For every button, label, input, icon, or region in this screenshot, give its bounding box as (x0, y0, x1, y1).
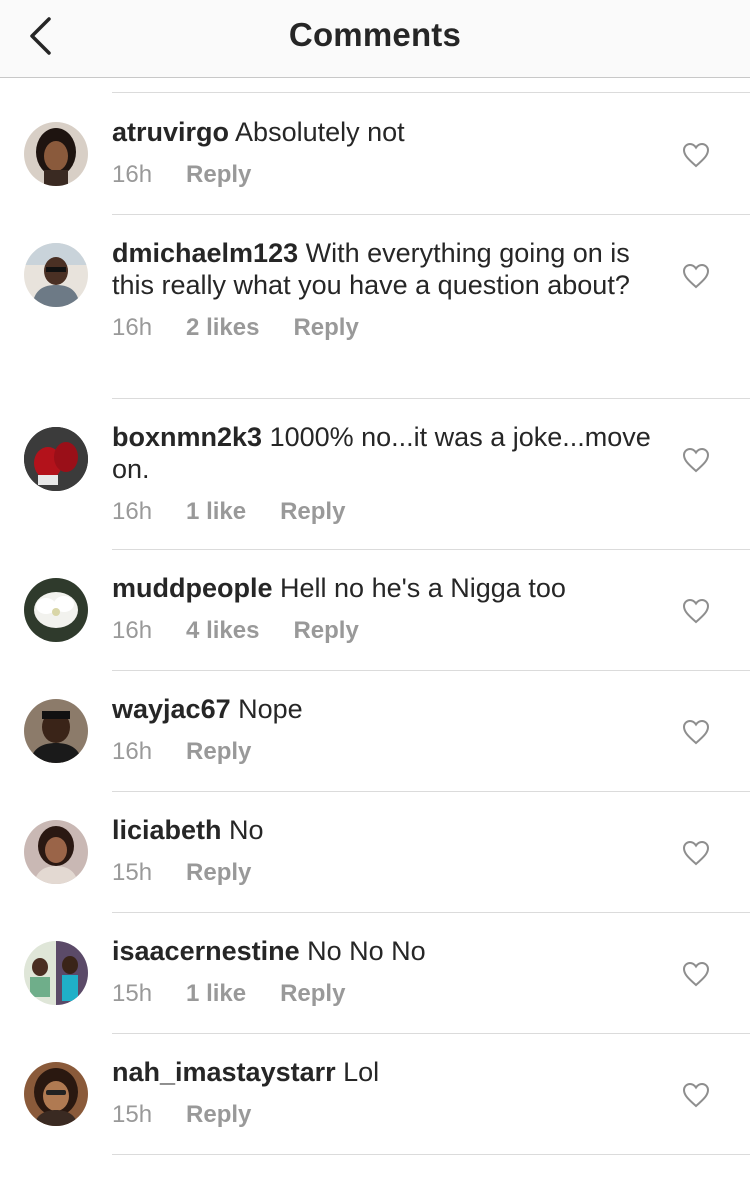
comment-username[interactable]: atruvirgo (112, 117, 229, 147)
comment-item: boxnmn2k3 1000% no...it was a joke...mov… (0, 399, 750, 550)
comment-username[interactable]: isaacernestine (112, 936, 300, 966)
reply-button[interactable]: Reply (186, 160, 251, 190)
likes-count[interactable]: 4 likes (186, 616, 259, 646)
comment-item: liciabeth No 15h Reply (0, 792, 750, 913)
comment-time: 16h (112, 738, 153, 765)
header-bar: Comments (0, 0, 750, 78)
comment-body: Lol (343, 1057, 380, 1087)
comment-body: Nope (238, 694, 303, 724)
heart-icon[interactable] (682, 142, 710, 168)
heart-icon[interactable] (682, 1082, 710, 1108)
heart-icon[interactable] (682, 447, 710, 473)
divider (112, 92, 750, 93)
comment-time: 16h (112, 314, 153, 341)
comment-body: No (229, 815, 264, 845)
comment-time: 16h (112, 498, 153, 525)
comment-meta: 16h 1 like Reply (112, 497, 652, 527)
comment-time: 16h (112, 617, 153, 644)
comment-text: nah_imastaystarr Lol (112, 1056, 652, 1088)
comment-username[interactable]: dmichaelm123 (112, 238, 298, 268)
comment-body: Absolutely not (235, 117, 405, 147)
comment-time: 15h (112, 980, 153, 1007)
avatar[interactable] (24, 122, 88, 186)
avatar[interactable] (24, 820, 88, 884)
comment-text: dmichaelm123 With everything going on is… (112, 237, 652, 301)
avatar[interactable] (24, 243, 88, 307)
comment-username[interactable]: wayjac67 (112, 694, 231, 724)
comment-time: 15h (112, 859, 153, 886)
comment-text: wayjac67 Nope (112, 693, 652, 725)
comment-meta: 16h Reply (112, 160, 652, 190)
avatar[interactable] (24, 941, 88, 1005)
avatar[interactable] (24, 578, 88, 642)
comment-meta: 16h Reply (112, 737, 652, 767)
likes-count[interactable]: 1 like (186, 979, 246, 1009)
page-title: Comments (288, 16, 462, 53)
likes-count[interactable]: 2 likes (186, 313, 259, 343)
comment-text: atruvirgo Absolutely not (112, 116, 652, 148)
comment-item: nah_imastaystarr Lol 15h Reply (0, 1034, 750, 1155)
likes-count[interactable]: 1 like (186, 497, 246, 527)
comment-item: wayjac67 Nope 16h Reply (0, 671, 750, 792)
divider (112, 1154, 750, 1155)
comment-time: 15h (112, 1101, 153, 1128)
comment-item: dmichaelm123 With everything going on is… (0, 215, 750, 399)
comment-meta: 15h Reply (112, 1100, 652, 1130)
heart-icon[interactable] (682, 961, 710, 987)
avatar[interactable] (24, 427, 88, 491)
comment-username[interactable]: boxnmn2k3 (112, 422, 262, 452)
heart-icon[interactable] (682, 840, 710, 866)
reply-button[interactable]: Reply (280, 497, 345, 527)
comment-time: 16h (112, 161, 153, 188)
reply-button[interactable]: Reply (186, 1100, 251, 1130)
reply-button[interactable]: Reply (280, 979, 345, 1009)
reply-button[interactable]: Reply (293, 616, 358, 646)
comment-text: isaacernestine No No No (112, 935, 652, 967)
heart-icon[interactable] (682, 719, 710, 745)
comment-item: muddpeople Hell no he's a Nigga too 16h … (0, 550, 750, 671)
comment-meta: 16h 4 likes Reply (112, 616, 652, 646)
avatar[interactable] (24, 699, 88, 763)
avatar[interactable] (24, 1062, 88, 1126)
comment-body: Hell no he's a Nigga too (280, 573, 566, 603)
comment-username[interactable]: nah_imastaystarr (112, 1057, 336, 1087)
comment-meta: 15h Reply (112, 858, 652, 888)
comment-text: liciabeth No (112, 814, 652, 846)
reply-button[interactable]: Reply (293, 313, 358, 343)
reply-button[interactable]: Reply (186, 858, 251, 888)
heart-icon[interactable] (682, 263, 710, 289)
comment-item: atruvirgo Absolutely not 16h Reply (0, 94, 750, 215)
heart-icon[interactable] (682, 598, 710, 624)
comment-body: No No No (307, 936, 426, 966)
comment-meta: 15h 1 like Reply (112, 979, 652, 1009)
comment-meta: 16h 2 likes Reply (112, 313, 652, 343)
comment-item: isaacernestine No No No 15h 1 like Reply (0, 913, 750, 1034)
reply-button[interactable]: Reply (186, 737, 251, 767)
comment-username[interactable]: muddpeople (112, 573, 273, 603)
comment-username[interactable]: liciabeth (112, 815, 222, 845)
comment-text: boxnmn2k3 1000% no...it was a joke...mov… (112, 421, 652, 485)
comment-text: muddpeople Hell no he's a Nigga too (112, 572, 652, 604)
